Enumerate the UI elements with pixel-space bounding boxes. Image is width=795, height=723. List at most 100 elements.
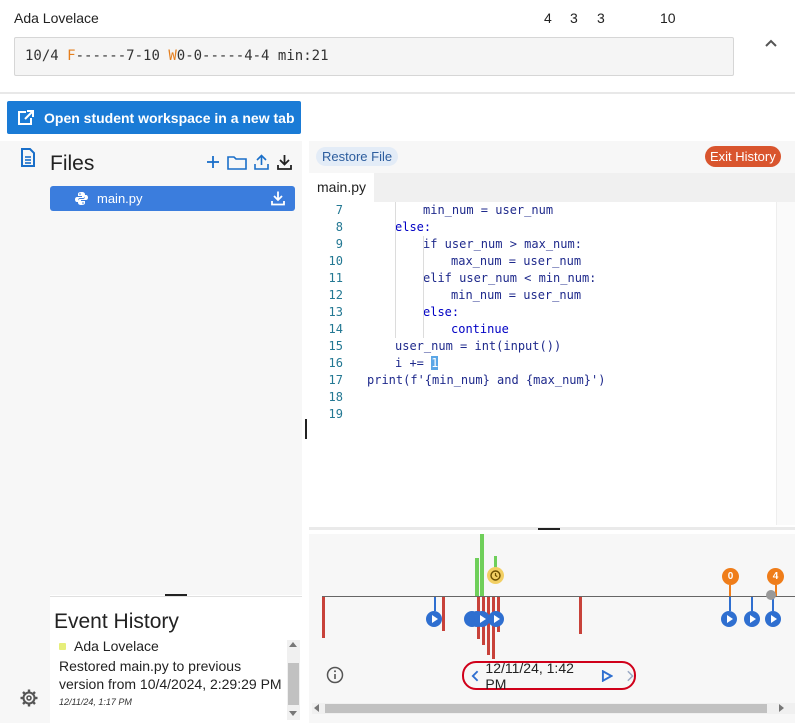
run-play-button[interactable] — [488, 611, 504, 627]
run-stem — [751, 597, 753, 611]
scroll-down-arrow-icon[interactable] — [289, 711, 297, 716]
run-play-button[interactable] — [744, 611, 760, 627]
external-link-icon — [18, 109, 34, 125]
gear-icon[interactable] — [20, 689, 38, 707]
code-line: 11 elif user_num < min_num: — [309, 270, 597, 287]
exit-history-button[interactable]: Exit History — [705, 146, 781, 167]
code-text: user_num = int(input()) — [395, 339, 562, 353]
chevron-left-icon[interactable] — [470, 669, 481, 683]
progress-w-marker: W — [168, 48, 177, 64]
code-text: continue — [451, 322, 509, 336]
code-line: 19 — [309, 406, 343, 423]
indent-guide — [395, 202, 396, 338]
panel-resize-handle[interactable] — [165, 594, 187, 596]
chevron-right-icon[interactable] — [625, 669, 635, 683]
code-line: 10 max_num = user_num — [309, 253, 582, 270]
run-bar[interactable] — [480, 534, 484, 596]
left-rail — [0, 141, 50, 723]
count-badge[interactable]: 0 — [722, 568, 739, 585]
code-line: 15 user_num = int(input()) — [309, 338, 562, 355]
code-line: 18 — [309, 389, 343, 406]
open-workspace-button[interactable]: Open student workspace in a new tab — [7, 101, 301, 134]
timeline-navigator: 12/11/24, 1:42 PM — [462, 659, 636, 692]
indent-guide — [423, 236, 424, 338]
panel-divider — [50, 596, 302, 597]
run-play-button[interactable] — [721, 611, 737, 627]
code-text: else: — [395, 220, 432, 234]
count-badge[interactable]: 4 — [767, 568, 784, 585]
line-number: 17 — [328, 373, 343, 387]
folder-icon[interactable] — [227, 153, 247, 171]
vertical-resize-handle[interactable] — [305, 419, 307, 439]
open-workspace-label: Open student workspace in a new tab — [44, 109, 295, 126]
error-bar[interactable] — [322, 597, 325, 638]
line-number: 10 — [328, 254, 343, 268]
event-marker — [59, 643, 66, 650]
run-play-button[interactable] — [765, 611, 781, 627]
error-bar[interactable] — [579, 597, 582, 634]
line-number: 16 — [328, 356, 343, 370]
history-icon[interactable] — [487, 567, 504, 584]
run-stem — [729, 597, 731, 611]
code-text: print(f'{min_num} and {max_num}') — [367, 373, 606, 387]
code-text: if user_num > max_num: — [423, 237, 582, 251]
event-message: Restored main.py to previous version fro… — [59, 658, 282, 692]
scroll-left-arrow-icon[interactable] — [314, 704, 319, 712]
code-text: elif user_num < min_num: — [423, 271, 597, 285]
file-text-icon[interactable] — [20, 148, 36, 167]
line-number: 18 — [328, 390, 343, 404]
line-number: 7 — [335, 203, 343, 217]
file-item-label: main.py — [97, 191, 143, 206]
code-editor[interactable]: 7 min_num = user_num 8 else: 9 if user_num … — [309, 202, 776, 525]
progress-min: min:21 — [277, 48, 329, 64]
event-time: 12/11/24, 1:17 PM — [59, 697, 132, 707]
scroll-up-arrow-icon[interactable] — [289, 642, 297, 647]
files-toolbar — [205, 153, 293, 171]
run-bar[interactable] — [475, 558, 479, 596]
code-line: 16 i += 1 — [309, 355, 439, 372]
error-bar[interactable] — [492, 597, 495, 659]
timeline-scroll-thumb[interactable] — [325, 704, 767, 713]
restore-file-button[interactable]: Restore File — [316, 147, 399, 166]
code-line: 13 else: — [309, 304, 460, 321]
python-icon — [75, 192, 88, 205]
code-line: 8 else: — [309, 219, 431, 236]
line-number: 13 — [328, 305, 343, 319]
code-line: 17 print(f'{min_num} and {max_num}') — [309, 372, 606, 389]
event-history-title: Event History — [54, 610, 179, 633]
horizontal-resize-handle[interactable] — [538, 528, 560, 530]
run-stem — [434, 597, 436, 611]
progress-w-sequence: 0-0-----4-4 — [176, 48, 270, 64]
code-line: 7 min_num = user_num — [309, 202, 553, 219]
line-number: 15 — [328, 339, 343, 353]
header-divider — [0, 92, 795, 94]
editor-scrollbar[interactable] — [776, 202, 795, 525]
chevron-up-icon[interactable] — [763, 35, 779, 51]
history-timeline[interactable] — [309, 534, 795, 723]
line-number: 11 — [328, 271, 343, 285]
timeline-axis — [322, 596, 795, 597]
progress-date: 10/4 — [25, 48, 59, 64]
download-icon[interactable] — [276, 153, 293, 171]
files-title: Files — [50, 152, 95, 175]
upload-icon[interactable] — [253, 153, 270, 171]
event-history-scroll-thumb[interactable] — [288, 663, 299, 705]
error-bar[interactable] — [442, 597, 445, 631]
code-text: i += 1 — [395, 356, 439, 370]
info-icon[interactable] — [326, 666, 344, 684]
plus-icon[interactable] — [205, 153, 221, 171]
error-bar[interactable] — [487, 597, 490, 655]
line-number: 8 — [335, 220, 343, 234]
timeline-end-marker — [766, 590, 776, 600]
file-item-main-py[interactable]: main.py — [50, 186, 295, 211]
app-root: Ada Lovelace 4 3 3 10 10/4 F------7-10 W… — [0, 0, 795, 723]
progress-f-marker: F — [67, 48, 76, 64]
student-name: Ada Lovelace — [14, 10, 99, 26]
scroll-right-arrow-icon[interactable] — [779, 704, 784, 712]
tab-main-py[interactable]: main.py — [309, 173, 375, 202]
download-icon[interactable] — [270, 190, 286, 206]
line-number: 19 — [328, 407, 343, 421]
play-icon[interactable] — [601, 669, 613, 682]
timeline-current-time: 12/11/24, 1:42 PM — [485, 659, 574, 692]
run-play-button[interactable] — [426, 611, 442, 627]
